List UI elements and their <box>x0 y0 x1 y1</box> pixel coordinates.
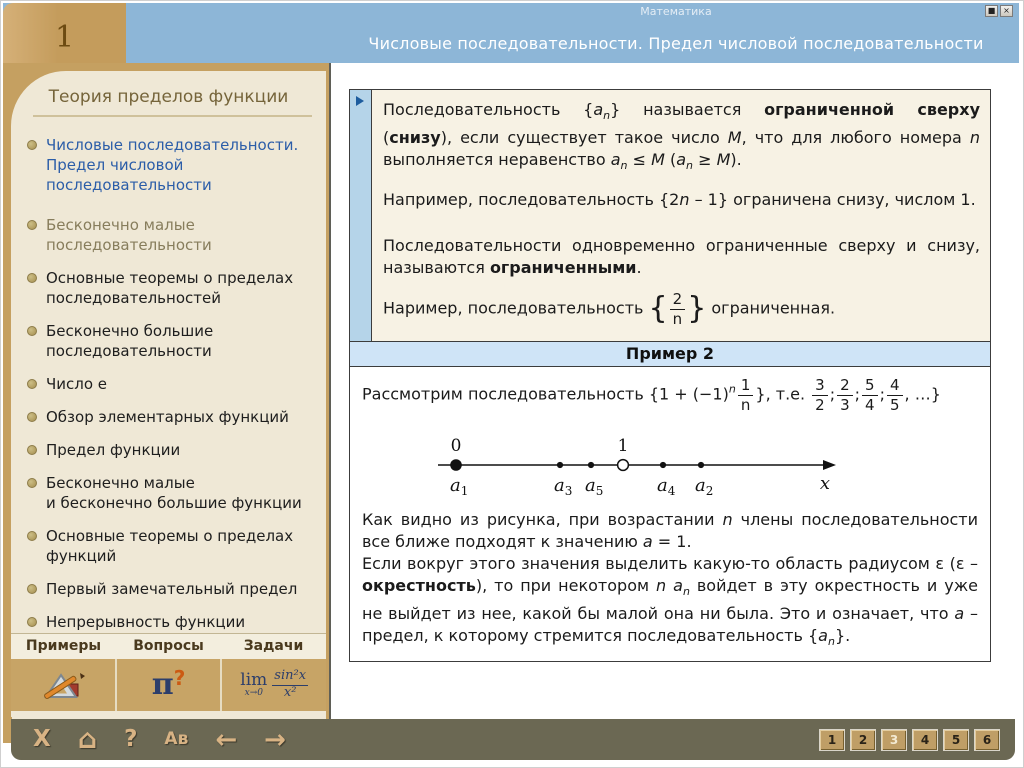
svg-text:0: 0 <box>451 436 462 456</box>
pi-question-icon: π? <box>152 670 186 700</box>
example-paragraph: Как видно из рисунка, при возрастании n … <box>362 509 978 553</box>
sidebar-item-label: Числовые последовательности. Предел числ… <box>46 135 298 195</box>
number-line-figure: x 0 a1 a3 a5 1 a4 a2 <box>362 425 978 505</box>
sidebar-item-label: Основные теоремы о пределах последовател… <box>46 268 293 308</box>
page-number-buttons: 123456 <box>820 730 999 750</box>
page-title: Числовые последовательности. Предел числ… <box>333 34 1019 53</box>
font-size-button[interactable]: Aв <box>164 731 188 748</box>
sidebar-menu: Числовые последовательности. Предел числ… <box>11 117 326 633</box>
example-formula: Рассмотрим последовательность {1 + (−1)n… <box>362 377 978 413</box>
toolbar-buttons: X ⌂? Aв ← → <box>33 719 286 760</box>
page-button-6[interactable]: 6 <box>975 730 999 750</box>
bullet-icon <box>27 445 37 455</box>
geometry-tools-icon <box>40 666 86 704</box>
maximize-button[interactable]: ■ <box>985 5 998 17</box>
page-button-3-current[interactable]: 3 <box>882 730 906 750</box>
window-controls: ■ × <box>985 5 1013 17</box>
page-button-5[interactable]: 5 <box>944 730 968 750</box>
bullet-icon <box>27 617 37 627</box>
exit-button[interactable]: X <box>33 728 51 751</box>
tab-questions[interactable]: Вопросы <box>116 634 221 659</box>
sidebar-item[interactable]: Бесконечно большие последовательности <box>27 321 320 361</box>
sidebar-item-label: Непрерывность функции <box>46 612 245 632</box>
tabs-bottom-strip <box>11 711 326 719</box>
sidebar-item[interactable]: Бесконечно малые и бесконечно большие фу… <box>27 473 320 513</box>
sidebar-item-label: Бесконечно малые последовательности <box>46 215 212 255</box>
sidebar-item[interactable]: Основные теоремы о пределах последовател… <box>27 268 320 308</box>
page-button-2[interactable]: 2 <box>851 730 875 750</box>
example-title: Пример 2 <box>350 342 990 367</box>
example-paragraph: Если вокруг этого значения выделить каку… <box>362 553 978 653</box>
page-button-1[interactable]: 1 <box>820 730 844 750</box>
definition-text: Последовательность {an} называется огран… <box>372 90 990 349</box>
svg-text:a2: a2 <box>695 475 713 498</box>
bottom-toolbar: X ⌂? Aв ← → 123456 <box>11 719 1015 760</box>
help-button[interactable]: ? <box>124 728 137 751</box>
sidebar-item-label: Бесконечно большие последовательности <box>46 321 213 361</box>
limit-formula-icon: lim x→0 sin²x x² <box>240 669 308 701</box>
sidebar-item[interactable]: Основные теоремы о пределах функций <box>27 526 320 566</box>
bullet-icon <box>27 584 37 594</box>
definition-paragraph: Например, последовательность {2n – 1} ог… <box>383 189 980 211</box>
examples-icon-cell[interactable] <box>11 659 115 711</box>
definition-paragraph: Последовательность {an} называется огран… <box>383 99 980 177</box>
svg-text:x: x <box>820 473 830 494</box>
sidebar: Теория пределов функции Числовые последо… <box>3 63 331 719</box>
sidebar-item-label: Первый замечательный предел <box>46 579 297 599</box>
sidebar-item[interactable]: Первый замечательный предел <box>27 579 320 599</box>
app-title: Математика <box>333 5 1019 18</box>
bullet-icon <box>27 220 37 230</box>
lesson-number-badge: 1 <box>3 3 126 63</box>
arrow-marker-icon <box>356 96 364 106</box>
sidebar-item[interactable]: Обзор элементарных функций <box>27 407 320 427</box>
svg-text:a3: a3 <box>554 475 572 498</box>
example-body: Рассмотрим последовательность {1 + (−1)n… <box>350 367 990 661</box>
back-button[interactable]: ← <box>215 727 237 753</box>
sidebar-item[interactable]: Числовые последовательности. Предел числ… <box>27 135 320 195</box>
bullet-icon <box>27 326 37 336</box>
application-window: Математика ■ × 1 Числовые последовательн… <box>0 0 1024 768</box>
bullet-icon <box>27 412 37 422</box>
home-button[interactable]: ⌂ <box>78 726 97 753</box>
sidebar-item-label: Бесконечно малые и бесконечно большие фу… <box>46 473 302 513</box>
sidebar-item[interactable]: Число е <box>27 374 320 394</box>
svg-text:a1: a1 <box>450 475 468 498</box>
bullet-icon <box>27 140 37 150</box>
sidebar-item-label: Число е <box>46 374 107 394</box>
svg-text:a5: a5 <box>585 475 603 498</box>
bullet-icon <box>27 379 37 389</box>
bullet-icon <box>27 531 37 541</box>
tab-problems[interactable]: Задачи <box>221 634 326 659</box>
definition-box-accent <box>350 90 372 349</box>
tab-examples[interactable]: Примеры <box>11 634 116 659</box>
header-bar: Математика ■ × 1 Числовые последовательн… <box>3 3 1019 63</box>
sidebar-panel: Теория пределов функции Числовые последо… <box>11 71 326 719</box>
definition-box: Последовательность {an} называется огран… <box>349 89 991 350</box>
sidebar-item[interactable]: Бесконечно малые последовательности <box>27 215 320 255</box>
definition-paragraph: Наример, последовательность {2n} огранич… <box>383 291 980 327</box>
svg-text:1: 1 <box>618 436 629 456</box>
page-button-4[interactable]: 4 <box>913 730 937 750</box>
forward-button[interactable]: → <box>264 727 286 753</box>
problems-icon-cell[interactable]: lim x→0 sin²x x² <box>220 659 326 711</box>
sidebar-tab-labels: Примеры Вопросы Задачи <box>11 633 326 659</box>
sidebar-item-label: Обзор элементарных функций <box>46 407 289 427</box>
sidebar-tab-icons: π? lim x→0 sin²x x² <box>11 659 326 711</box>
bullet-icon <box>27 273 37 283</box>
close-window-button[interactable]: × <box>1000 5 1013 17</box>
sidebar-item-label: Основные теоремы о пределах функций <box>46 526 293 566</box>
lesson-number-text: 1 <box>55 12 74 55</box>
questions-icon-cell[interactable]: π? <box>115 659 221 711</box>
main-content: Последовательность {an} называется огран… <box>331 63 1023 719</box>
sidebar-item-label: Предел функции <box>46 440 180 460</box>
example-box: Пример 2 Рассмотрим последовательность {… <box>349 341 991 662</box>
sidebar-item[interactable]: Предел функции <box>27 440 320 460</box>
bullet-icon <box>27 478 37 488</box>
sidebar-item[interactable]: Непрерывность функции <box>27 612 320 632</box>
sidebar-title: Теория пределов функции <box>11 87 326 107</box>
svg-text:a4: a4 <box>657 475 676 498</box>
definition-paragraph: Последовательности одновременно ограниче… <box>383 235 980 279</box>
